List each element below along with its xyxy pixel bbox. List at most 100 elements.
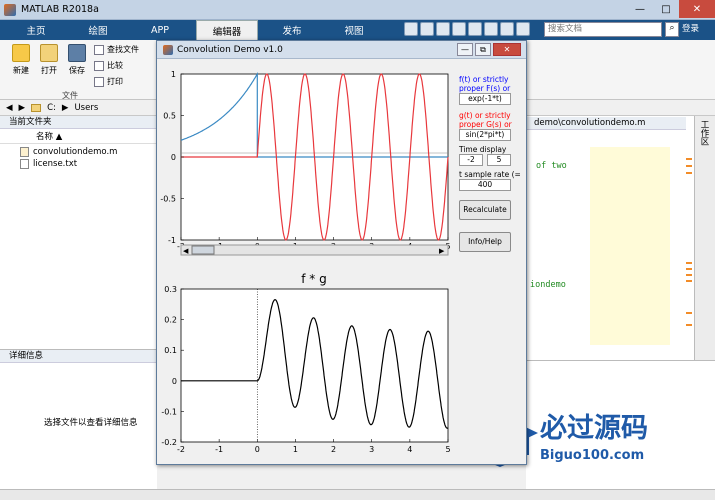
open-button[interactable]: 打开	[36, 44, 62, 76]
new-icon	[12, 44, 30, 62]
quick-paste-icon[interactable]	[452, 22, 466, 36]
compare-label: 比较	[107, 61, 123, 70]
time-limit-min-input[interactable]: -2	[459, 154, 483, 166]
quick-undo-icon[interactable]	[468, 22, 482, 36]
find-files-icon	[94, 44, 104, 55]
time-limit-max-input[interactable]: 5	[487, 154, 511, 166]
figure-title: Convolution Demo v1.0	[177, 44, 283, 55]
y-tick-label: 0.1	[164, 346, 177, 355]
open-label: 打开	[41, 66, 57, 75]
y-tick-label: 0.3	[164, 285, 177, 294]
y-tick-label: -0.2	[161, 438, 177, 447]
x-tick-label: 5	[445, 445, 450, 454]
convolution-plot: f * g -2 -1 0 1 2 3 4 5 0.3 0.2 0.1 0 -0.1 -0.2	[161, 272, 450, 454]
current-folder-title: 当前文件夹	[0, 116, 157, 129]
tab-plots[interactable]: 绘图	[72, 20, 124, 40]
x-tick-label: 3	[369, 445, 374, 454]
current-folder-pane: 当前文件夹 名称 ▲ convolutiondemo.m license.txt	[0, 116, 157, 349]
login-link[interactable]: 登录	[682, 22, 699, 34]
path-folder[interactable]: Users	[74, 103, 98, 113]
tab-home[interactable]: 主页	[10, 20, 62, 40]
workspace-side-tab[interactable]	[694, 116, 715, 360]
new-button[interactable]: 新建	[8, 44, 34, 76]
f-label-line2: proper F(s) or	[459, 84, 511, 93]
name-column-header[interactable]: 名称 ▲	[0, 130, 157, 144]
text-file-icon	[20, 159, 29, 169]
f-expression-input[interactable]: exp(-1*t)	[459, 93, 511, 105]
status-bar	[0, 489, 715, 500]
time-shift-slider-thumb[interactable]	[191, 245, 215, 255]
workspace-tab-label[interactable]: 工作区	[698, 120, 710, 146]
x-tick-label: 1	[293, 445, 298, 454]
editor-cell-highlight	[590, 147, 670, 345]
sample-rate-label: t sample rate (=	[459, 170, 521, 179]
back-icon[interactable]: ◀	[6, 103, 13, 113]
print-icon	[94, 76, 104, 87]
slider-right-arrow-icon[interactable]: ▶	[439, 247, 445, 255]
file-name: convolutiondemo.m	[33, 147, 118, 157]
editor-file-path: demo\convolutiondemo.m	[526, 117, 686, 130]
matlab-app: MATLAB R2018a — □ ✕ 主页 绘图 APP 编辑器 发布 视图 …	[0, 0, 715, 500]
maximize-button[interactable]: □	[653, 0, 679, 18]
quick-save-icon[interactable]	[404, 22, 418, 36]
save-icon	[68, 44, 86, 62]
find-files-button[interactable]: 查找文件	[94, 44, 139, 55]
file-name: license.txt	[33, 159, 78, 169]
slider-left-arrow-icon[interactable]: ◀	[183, 247, 189, 255]
file-item[interactable]: convolutiondemo.m	[20, 147, 117, 157]
y-tick-label: 0.2	[164, 316, 177, 325]
m-file-icon	[20, 147, 29, 157]
figure-minimize-button[interactable]: —	[457, 43, 473, 56]
x-tick-label: -1	[215, 445, 223, 454]
path-separator-icon: ▶	[61, 102, 69, 113]
editor-comment-line: iondemo	[530, 280, 566, 290]
tab-view[interactable]: 视图	[328, 20, 380, 40]
g-label-line1: g(t) or strictly	[459, 111, 511, 120]
tab-editor[interactable]: 编辑器	[196, 20, 258, 40]
matlab-figure-icon	[163, 45, 173, 55]
quick-redo-icon[interactable]	[484, 22, 498, 36]
x-tick-label: -2	[177, 445, 185, 454]
tab-publish[interactable]: 发布	[266, 20, 318, 40]
editor-marker	[686, 172, 692, 174]
close-button[interactable]: ✕	[679, 0, 715, 18]
print-label: 打印	[107, 77, 123, 86]
search-icon[interactable]: ⌕	[665, 22, 679, 37]
save-button[interactable]: 保存	[64, 44, 90, 76]
time-shift-slider[interactable]	[180, 244, 449, 256]
editor-marker	[686, 158, 692, 160]
forward-icon[interactable]: ▶	[19, 103, 26, 113]
minimize-button[interactable]: —	[627, 0, 653, 18]
find-files-label: 查找文件	[107, 45, 139, 54]
x-tick-label: 4	[407, 445, 412, 454]
search-docs-input[interactable]: 搜索文档	[544, 22, 662, 37]
convolution-title: f * g	[301, 272, 326, 286]
quick-switch-icon[interactable]	[500, 22, 514, 36]
editor-marker	[686, 280, 692, 282]
path-drive[interactable]: C:	[47, 103, 56, 113]
info-help-button[interactable]: Info/Help	[459, 232, 511, 252]
compare-button[interactable]: 比较	[94, 60, 123, 71]
figure-close-button[interactable]: ✕	[493, 43, 521, 56]
y-tick-label: -0.5	[160, 195, 176, 204]
save-label: 保存	[69, 66, 85, 75]
figure-restore-button[interactable]: ⧉	[475, 43, 491, 56]
quick-cut-icon[interactable]	[420, 22, 434, 36]
watermark-title: 必过源码	[540, 413, 648, 444]
sample-rate-input[interactable]: 400	[459, 179, 511, 191]
recalculate-button[interactable]: Recalculate	[459, 200, 511, 220]
g-expression-input[interactable]: sin(2*pi*t)	[459, 129, 511, 141]
quick-copy-icon[interactable]	[436, 22, 450, 36]
convolution-demo-window[interactable]: Convolution Demo v1.0 — ⧉ ✕ -2 -1 0 1 2 3 4 5 1…	[156, 40, 527, 465]
editor-marker	[686, 262, 692, 264]
y-tick-label: 0	[172, 377, 177, 386]
editor-comment-line: of two	[536, 161, 567, 171]
file-item[interactable]: license.txt	[20, 159, 77, 169]
tab-apps[interactable]: APP	[134, 20, 186, 40]
new-label: 新建	[13, 66, 29, 75]
f-label-line1: f(t) or strictly	[459, 75, 509, 84]
folder-icon	[31, 103, 42, 112]
print-button[interactable]: 打印	[94, 76, 123, 87]
quick-help-icon[interactable]	[516, 22, 530, 36]
y-tick-label: 0.5	[163, 112, 176, 121]
